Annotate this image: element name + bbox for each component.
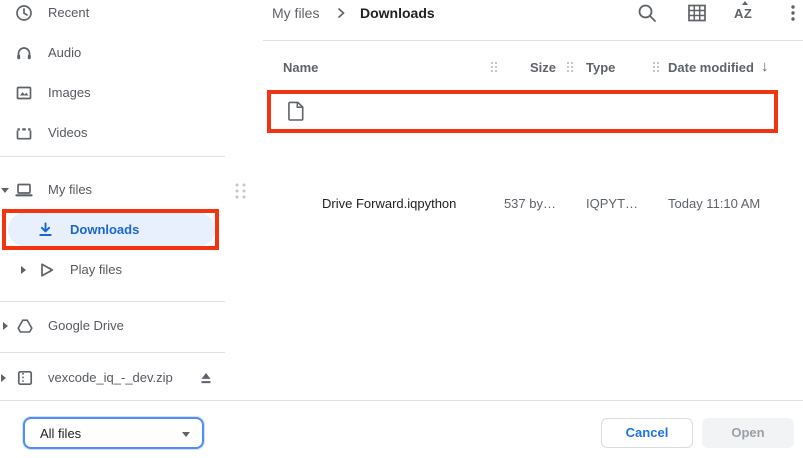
column-header-type[interactable]: Type <box>586 60 615 75</box>
sidebar-item-downloads[interactable]: Downloads <box>8 213 215 246</box>
files-picker-window: Recent Audio Images Videos <box>0 0 803 458</box>
play-store-icon <box>37 260 57 280</box>
splitter-drag-handle-icon[interactable] <box>233 182 247 200</box>
breadcrumb-chevron-icon <box>336 7 346 19</box>
breadcrumb-parent[interactable]: My files <box>272 5 319 21</box>
column-header-size[interactable]: Size <box>500 60 556 75</box>
sidebar-item-my-files[interactable]: My files <box>0 170 225 210</box>
filter-selected-value: All files <box>40 426 81 441</box>
google-drive-icon <box>15 316 35 336</box>
sidebar-item-label: Recent <box>48 5 89 20</box>
sidebar-item-google-drive[interactable]: Google Drive <box>0 306 225 346</box>
eject-icon[interactable] <box>197 369 217 389</box>
search-icon[interactable] <box>635 1 659 25</box>
sidebar-item-label: Videos <box>48 125 88 140</box>
column-header-name[interactable]: Name <box>283 60 318 75</box>
headphones-icon <box>14 43 34 63</box>
sidebar-item-label: Play files <box>70 262 122 277</box>
sidebar-item-videos[interactable]: Videos <box>0 113 225 153</box>
sidebar-item-vexcode-zip[interactable]: vexcode_iq_-_dev.zip <box>0 358 225 398</box>
sidebar-item-images[interactable]: Images <box>0 73 225 113</box>
sidebar-item-label: My files <box>48 182 92 197</box>
sidebar-item-label: Google Drive <box>48 318 124 333</box>
sidebar-item-label: Images <box>48 85 91 100</box>
grid-view-icon[interactable] <box>685 1 709 25</box>
sidebar-divider <box>0 156 225 157</box>
file-size: 537 by… <box>460 196 556 211</box>
column-header-date-modified[interactable]: Date modified <box>668 60 754 75</box>
open-button[interactable]: Open <box>702 418 794 448</box>
footer-divider <box>0 400 803 401</box>
file-row-drive-forward[interactable]: Drive Forward.iqpython 537 by… IQPYT… To… <box>267 92 778 132</box>
sidebar-item-audio[interactable]: Audio <box>0 33 225 73</box>
download-icon <box>36 220 55 239</box>
breadcrumb-current: Downloads <box>360 5 435 21</box>
expand-caret-icon[interactable] <box>3 322 8 330</box>
file-type-filter-select[interactable]: All files <box>23 417 204 449</box>
sort-az-icon[interactable]: AZ <box>733 1 757 25</box>
column-resize-handle-icon[interactable] <box>490 61 498 73</box>
expand-caret-icon[interactable] <box>1 188 9 193</box>
sidebar-item-label: Downloads <box>70 222 139 237</box>
clock-icon <box>14 3 34 23</box>
more-menu-icon[interactable] <box>787 1 799 25</box>
image-icon <box>14 83 34 103</box>
header-divider <box>263 40 803 41</box>
expand-caret-icon[interactable] <box>1 374 6 382</box>
file-generic-icon <box>287 101 305 122</box>
expand-caret-icon[interactable] <box>21 266 26 274</box>
file-name: Drive Forward.iqpython <box>322 196 456 211</box>
dropdown-arrow-icon <box>182 432 190 437</box>
zip-archive-icon <box>15 368 35 388</box>
sidebar-item-play-files[interactable]: Play files <box>0 250 225 290</box>
laptop-icon <box>14 180 34 200</box>
column-resize-handle-icon[interactable] <box>566 61 574 73</box>
file-date-modified: Today 11:10 AM <box>668 196 760 211</box>
film-icon <box>14 123 34 143</box>
sidebar-item-label: vexcode_iq_-_dev.zip <box>48 370 173 385</box>
column-resize-handle-icon[interactable] <box>652 61 660 73</box>
cancel-button[interactable]: Cancel <box>601 418 693 448</box>
sidebar-divider <box>0 352 225 353</box>
sidebar-item-recent[interactable]: Recent <box>0 0 225 33</box>
sidebar-item-label: Audio <box>48 45 81 60</box>
sort-direction-icon[interactable]: ↓ <box>761 58 769 75</box>
sidebar-divider <box>0 301 225 302</box>
file-type: IQPYT… <box>586 196 638 211</box>
